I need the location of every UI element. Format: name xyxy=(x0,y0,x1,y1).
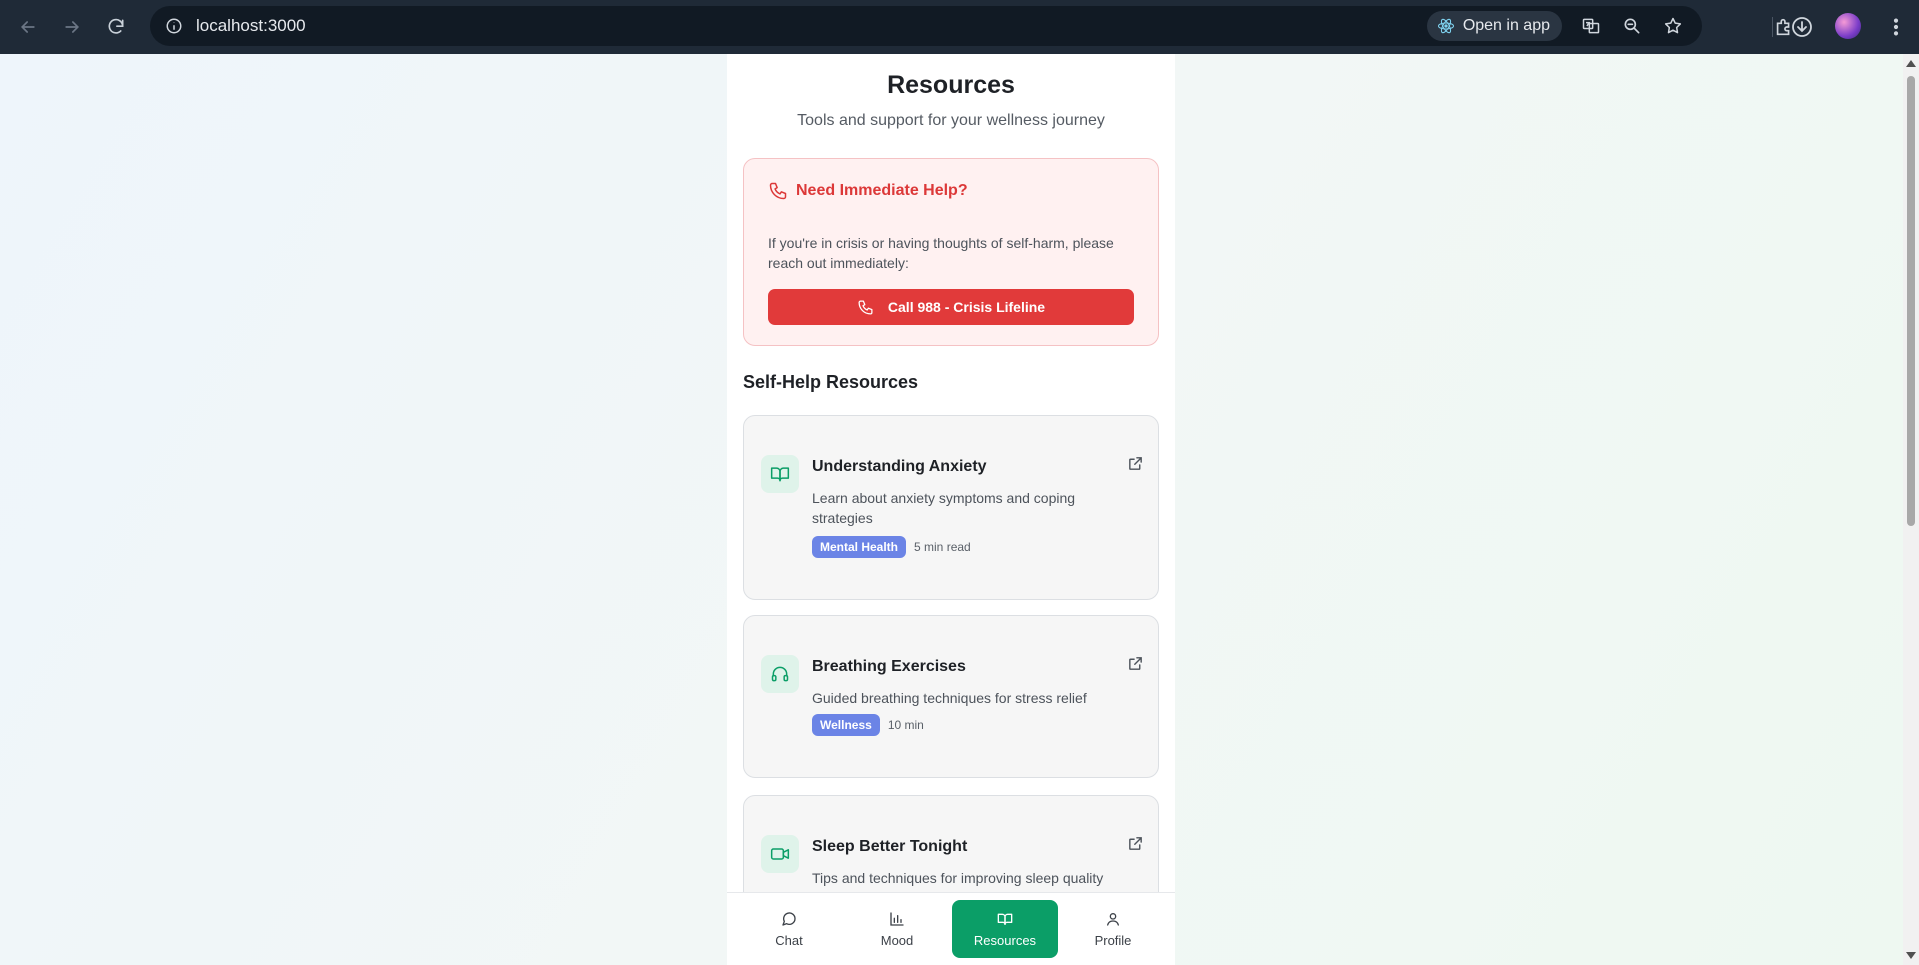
resource-card-understanding-anxiety[interactable]: Understanding Anxiety Learn about anxiet… xyxy=(743,415,1159,600)
page-title: Resources xyxy=(887,71,1015,99)
resource-tags: Wellness 10 min xyxy=(812,714,924,736)
self-help-section-title: Self-Help Resources xyxy=(743,372,919,392)
download-icon[interactable] xyxy=(1787,12,1817,42)
nav-item-profile[interactable]: Profile xyxy=(1060,900,1166,958)
bar-chart-icon xyxy=(890,911,904,926)
page-scrollbar[interactable] xyxy=(1903,54,1919,965)
crisis-title: Need Immediate Help? xyxy=(796,182,968,199)
call-crisis-lifeline-button[interactable]: Call 988 - Crisis Lifeline xyxy=(768,289,1134,325)
open-in-app-label: Open in app xyxy=(1462,17,1550,34)
external-link-icon[interactable] xyxy=(1126,454,1144,472)
zoom-icon[interactable] xyxy=(1621,15,1643,37)
menu-kebab-icon[interactable] xyxy=(1881,12,1911,42)
external-link-icon[interactable] xyxy=(1126,834,1144,852)
duration-text: 5 min read xyxy=(914,540,971,554)
resource-description: Learn about anxiety symptoms and coping … xyxy=(812,490,1076,526)
browser-toolbar: localhost:3000 Open in app xyxy=(0,0,1919,54)
url-text: localhost:3000 xyxy=(196,16,306,35)
scroll-thumb[interactable] xyxy=(1907,76,1915,526)
scroll-down-arrow[interactable] xyxy=(1906,952,1916,959)
resource-title: Breathing Exercises xyxy=(812,658,966,675)
resource-description: Tips and techniques for improving sleep … xyxy=(812,870,1104,886)
nav-label: Resources xyxy=(973,932,1037,948)
reload-button[interactable] xyxy=(98,9,134,45)
phone-icon xyxy=(769,182,787,200)
resource-title: Understanding Anxiety xyxy=(812,458,987,475)
nav-label: Chat xyxy=(775,932,803,948)
call-button-label: Call 988 - Crisis Lifeline xyxy=(887,299,1046,315)
forward-button[interactable] xyxy=(54,9,90,45)
resource-title: Sleep Better Tonight xyxy=(812,838,968,855)
category-tag: Wellness xyxy=(812,714,880,736)
back-button[interactable] xyxy=(10,9,46,45)
external-link-icon[interactable] xyxy=(1126,654,1144,672)
crisis-header: Need Immediate Help? xyxy=(768,181,968,201)
user-icon xyxy=(1107,912,1119,926)
nav-label: Mood xyxy=(880,932,914,948)
page-subtitle: Tools and support for your wellness jour… xyxy=(797,112,1105,129)
translate-icon[interactable] xyxy=(1580,15,1602,37)
nav-item-resources[interactable]: Resources xyxy=(952,900,1058,958)
bottom-navigation: Chat Mood Resources Profile xyxy=(727,892,1175,965)
headphones-icon xyxy=(761,655,799,693)
open-in-app-button[interactable]: Open in app xyxy=(1426,11,1562,41)
scroll-up-arrow[interactable] xyxy=(1906,60,1916,67)
nav-item-chat[interactable]: Chat xyxy=(736,900,842,958)
nav-item-mood[interactable]: Mood xyxy=(844,900,950,958)
resource-tags: Mental Health 5 min read xyxy=(812,536,971,558)
resource-card-breathing-exercises[interactable]: Breathing Exercises Guided breathing tec… xyxy=(743,615,1159,778)
toolbar-divider xyxy=(1772,17,1773,37)
phone-icon xyxy=(858,299,873,315)
message-circle-icon xyxy=(782,911,796,926)
react-icon xyxy=(1437,18,1454,34)
category-tag: Mental Health xyxy=(812,536,907,558)
address-bar[interactable]: localhost:3000 Open in app xyxy=(150,6,1702,46)
bookmark-star-icon[interactable] xyxy=(1662,15,1684,37)
book-open-icon xyxy=(997,913,1013,925)
book-open-icon xyxy=(761,455,799,493)
app-container: Resources Tools and support for your wel… xyxy=(727,54,1175,965)
crisis-text: If you're in crisis or having thoughts o… xyxy=(768,235,1114,271)
resource-description: Guided breathing techniques for stress r… xyxy=(812,690,1087,706)
video-icon xyxy=(761,835,799,873)
nav-label: Profile xyxy=(1094,932,1132,948)
crisis-help-card: Need Immediate Help? If you're in crisis… xyxy=(743,158,1159,346)
site-info-icon[interactable] xyxy=(164,16,184,36)
duration-text: 10 min xyxy=(887,718,924,732)
profile-avatar[interactable] xyxy=(1835,13,1861,39)
